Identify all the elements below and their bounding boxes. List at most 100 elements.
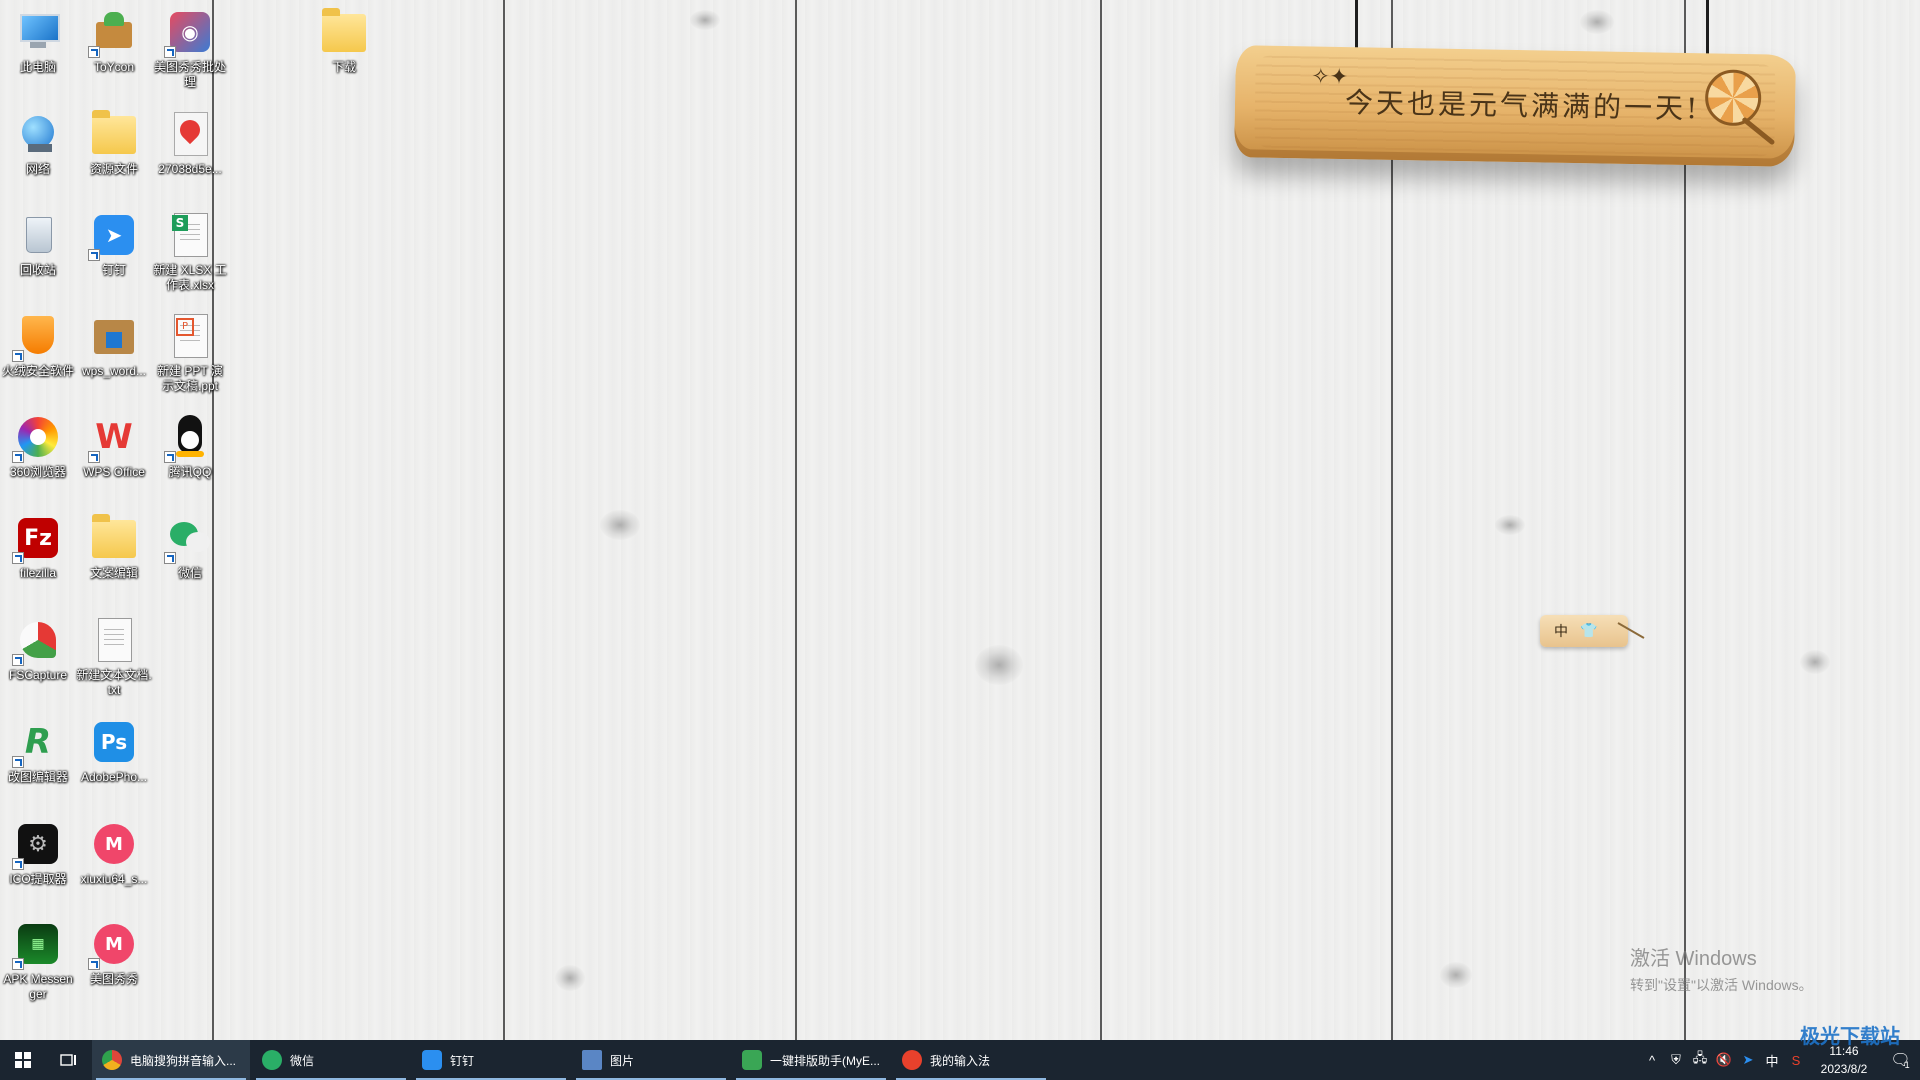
taskbar-app-chrome[interactable]: 电脑搜狗拼音输入... xyxy=(92,1040,250,1080)
desktop-icon-resources[interactable]: 资源文件 xyxy=(76,102,152,200)
txt-file-icon xyxy=(90,616,138,664)
xlsx-file-icon: S xyxy=(166,211,214,259)
installer-box-icon xyxy=(90,312,138,360)
desktop-icon-downloads[interactable]: 下载 xyxy=(306,0,382,98)
desktop-icon-txt[interactable]: 新建文本文档.txt xyxy=(76,608,152,706)
desktop-icon-toycon[interactable]: ToYcon xyxy=(76,0,152,98)
desktop-icon-copywriting[interactable]: 文案编辑 xyxy=(76,506,152,604)
wood-knot xyxy=(1800,650,1830,674)
desktop-icon-this-pc[interactable]: 此电脑 xyxy=(0,0,76,98)
icon-label: FSCapture xyxy=(8,668,68,682)
taskbar-app-label: 一键排版助手(MyE... xyxy=(770,1053,880,1068)
sogou-icon xyxy=(902,1050,922,1070)
ime-status-bar[interactable]: 中 👕 xyxy=(1540,615,1628,647)
sogou-tray-icon[interactable]: S xyxy=(1784,1053,1808,1068)
desktop: ✧✦ 今天也是元气满满的一天! 中 👕 此电脑 ToYcon ◉ 美图秀秀批处理 xyxy=(0,0,1920,1040)
desktop-icon-ico-extractor[interactable]: ⚙ ICO提取器 xyxy=(0,812,76,910)
icon-label: 微信 xyxy=(177,566,202,580)
windows-activation-watermark: 激活 Windows 转到"设置"以激活 Windows。 xyxy=(1630,942,1813,995)
wallpaper-signboard: ✧✦ 今天也是元气满满的一天! xyxy=(1234,45,1796,167)
ime-mode-indicator[interactable]: 中 xyxy=(1760,1051,1784,1070)
desktop-icon-dingtalk[interactable]: ➤ 钉钉 xyxy=(76,203,152,301)
computer-icon xyxy=(14,8,62,56)
editor-r-icon xyxy=(742,1050,762,1070)
desktop-icon-360-browser[interactable]: 360浏览器 xyxy=(0,405,76,503)
volume-muted-icon[interactable]: 🔇 xyxy=(1712,1052,1736,1068)
desktop-icon-wps-word-installer[interactable]: wps_word... xyxy=(76,304,152,402)
wood-knot xyxy=(690,10,720,30)
ime-mode-toggle[interactable]: 中 xyxy=(1554,621,1568,641)
notification-count: 1 xyxy=(1904,1060,1910,1070)
network-icon[interactable]: 🖧 xyxy=(1688,1049,1712,1071)
desktop-icon-wechat[interactable]: 微信 xyxy=(152,506,228,604)
clock-date: 2023/8/2 xyxy=(1820,1062,1868,1076)
taskbar-app-label: 我的输入法 xyxy=(930,1053,991,1068)
wood-knot xyxy=(1580,10,1614,34)
desktop-icon-xiuxiu-installer[interactable]: M xiuxiu64_s... xyxy=(76,812,152,910)
desktop-icon-apk-messenger[interactable]: ▦ APK Messenger xyxy=(0,912,76,1010)
dingtalk-tray-icon[interactable]: ➤ xyxy=(1736,1052,1760,1068)
desktop-icon-fscapture[interactable]: FSCapture xyxy=(0,608,76,706)
folder-icon xyxy=(90,110,138,158)
photos-icon xyxy=(582,1050,602,1070)
taskbar-app-layout-helper[interactable]: 一键排版助手(MyE... xyxy=(732,1040,890,1080)
browser-360-icon xyxy=(12,413,62,463)
desktop-icon-qq[interactable]: 腾讯QQ xyxy=(152,405,228,503)
icon-label: 此电脑 xyxy=(19,60,56,74)
fscapture-icon xyxy=(12,616,62,666)
icon-label: filezilla xyxy=(19,566,56,580)
icon-label: ToYcon xyxy=(93,60,135,74)
icon-label: ICO提取器 xyxy=(9,872,67,886)
icon-label: 新建 PPT 演示文稿.ppt xyxy=(157,364,223,393)
huorong-icon xyxy=(12,312,62,362)
desktop-icon-filezilla[interactable]: Fz filezilla xyxy=(0,506,76,604)
icon-label: 钉钉 xyxy=(101,263,126,277)
wps-office-icon: W xyxy=(88,413,138,463)
desktop-icon-network[interactable]: 网络 xyxy=(0,102,76,200)
chrome-icon xyxy=(102,1050,122,1070)
taskbar-app-label: 图片 xyxy=(610,1053,635,1068)
task-view-icon xyxy=(60,1054,76,1066)
desktop-icon-huorong[interactable]: 火绒安全软件 xyxy=(0,304,76,402)
task-view-button[interactable] xyxy=(46,1040,92,1080)
show-hidden-icons-chevron[interactable]: ^ xyxy=(1640,1053,1664,1068)
taskbar-app-dingtalk[interactable]: 钉钉 xyxy=(412,1040,570,1080)
desktop-icon-image-file[interactable]: 27038d5e... xyxy=(152,102,228,200)
taskbar-app-photos[interactable]: 图片 xyxy=(572,1040,730,1080)
tshirt-icon[interactable]: 👕 xyxy=(1580,623,1597,639)
sparkle-icon: ✧✦ xyxy=(1311,64,1349,91)
wechat-icon xyxy=(262,1050,282,1070)
start-button[interactable] xyxy=(0,1040,46,1080)
desktop-icon-photoshop[interactable]: Ps AdobePho... xyxy=(76,710,152,808)
editor-r-icon: R xyxy=(12,718,62,768)
desktop-icon-ppt[interactable]: P 新建 PPT 演示文稿.ppt xyxy=(152,304,228,402)
ppt-file-icon: P xyxy=(166,312,214,360)
taskbar-app-my-ime[interactable]: 我的输入法 xyxy=(892,1040,1050,1080)
recycle-bin-icon xyxy=(14,211,62,259)
meitu-icon: M xyxy=(88,920,138,970)
plank-seam xyxy=(795,0,797,1040)
desktop-icon-xlsx[interactable]: S 新建 XLSX 工作表.xlsx xyxy=(152,203,228,301)
filezilla-icon: Fz xyxy=(12,514,62,564)
meitu-batch-icon: ◉ xyxy=(164,8,214,58)
windows-logo-icon xyxy=(15,1052,31,1068)
plank-seam xyxy=(1100,0,1102,1040)
desktop-icon-recycle-bin[interactable]: 回收站 xyxy=(0,203,76,301)
icon-label: 腾讯QQ xyxy=(168,465,212,479)
taskbar-app-wechat[interactable]: 微信 xyxy=(252,1040,410,1080)
desktop-icon-editor[interactable]: R 改图编辑器 xyxy=(0,710,76,808)
activation-title: 激活 Windows xyxy=(1630,948,1757,970)
desktop-icon-meitu[interactable]: M 美图秀秀 xyxy=(76,912,152,1010)
desktop-icon-wps-office[interactable]: W WPS Office xyxy=(76,405,152,503)
plank-seam xyxy=(503,0,505,1040)
qq-penguin-icon xyxy=(164,413,214,463)
security-shield-icon[interactable]: ⛨ xyxy=(1664,1052,1688,1068)
icon-label: AdobePho... xyxy=(80,770,148,784)
taskbar-app-label: 电脑搜狗拼音输入... xyxy=(130,1053,237,1068)
icon-label: xiuxiu64_s... xyxy=(80,872,148,886)
dingtalk-icon xyxy=(422,1050,442,1070)
desktop-icon-meitu-batch[interactable]: ◉ 美图秀秀批处理 xyxy=(152,0,228,98)
icon-label: 回收站 xyxy=(19,263,56,277)
notification-center-button[interactable]: 🗨 1 xyxy=(1880,1050,1920,1070)
icon-label: 27038d5e... xyxy=(158,162,222,176)
